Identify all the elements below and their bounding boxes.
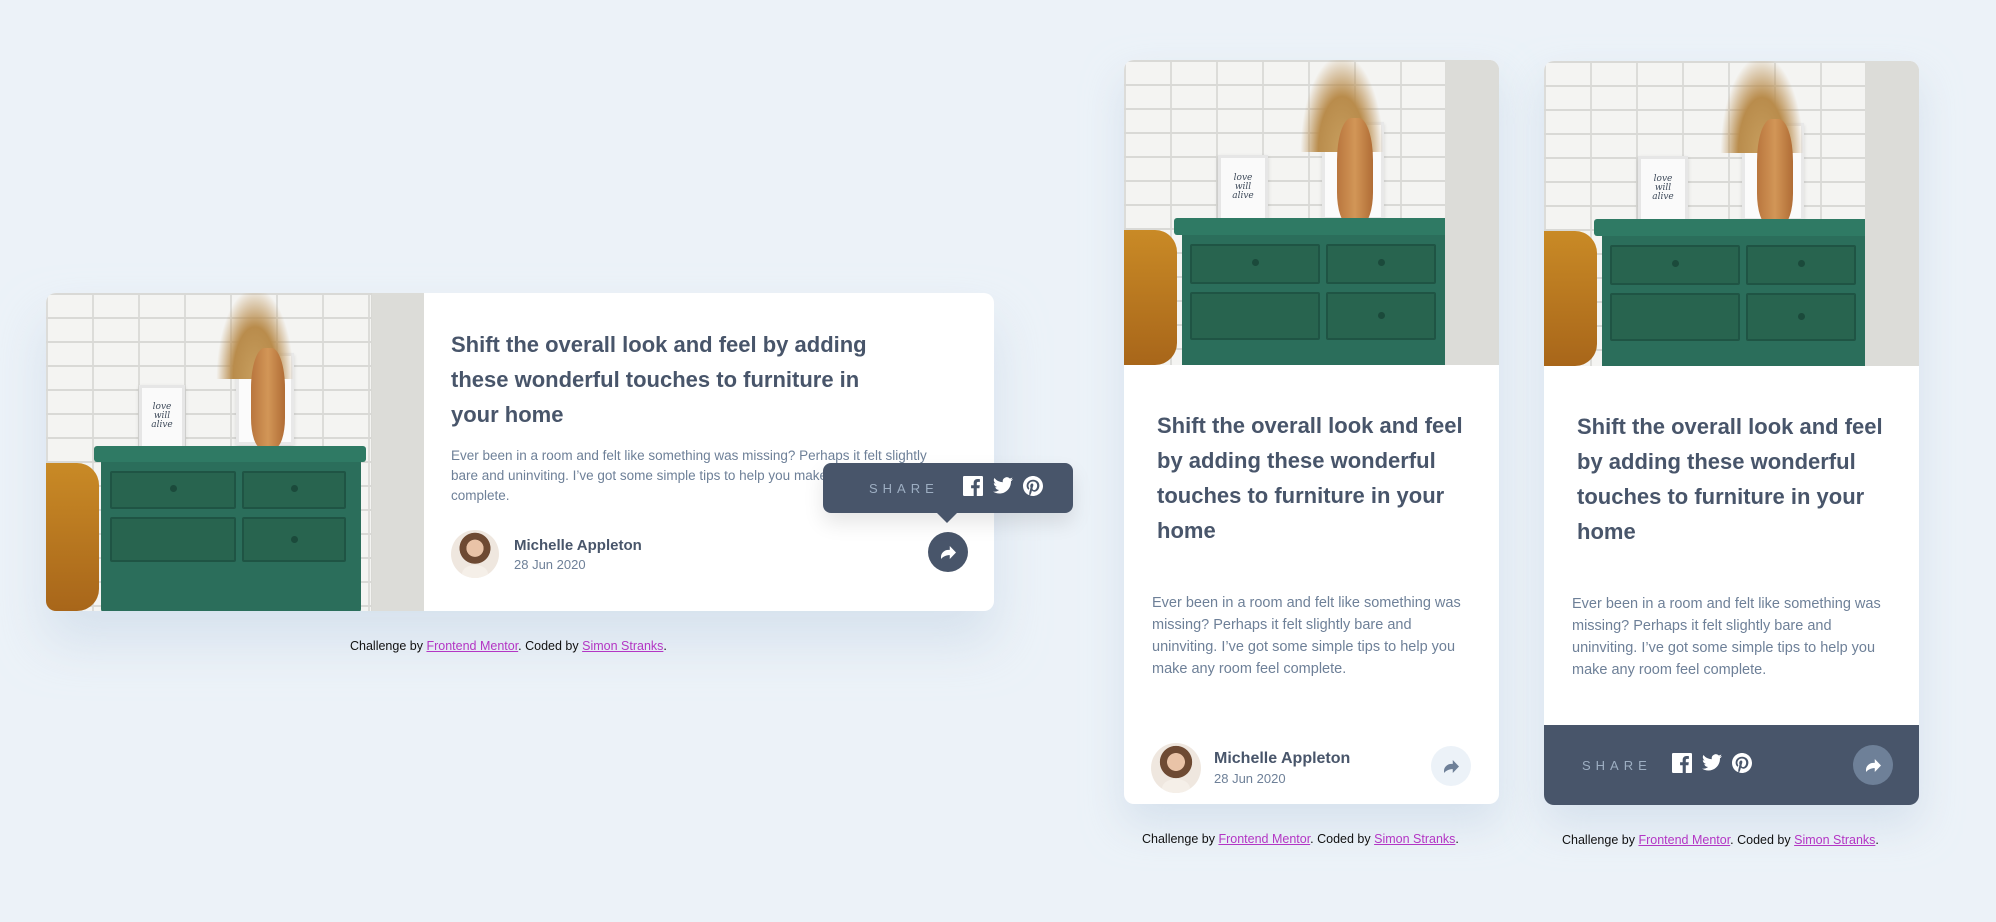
- article-date: 28 Jun 2020: [514, 556, 586, 572]
- article-title: Shift the overall look and feel by addin…: [1157, 413, 1463, 543]
- author-link[interactable]: Simon Stranks: [582, 639, 663, 653]
- attribution: Challenge by Frontend Mentor. Coded by S…: [1142, 832, 1459, 846]
- share-button[interactable]: [928, 532, 968, 572]
- drawers-photo: love will alive: [1124, 60, 1499, 365]
- author-block: Michelle Appleton 28 Jun 2020: [1151, 743, 1350, 793]
- twitter-icon[interactable]: [992, 477, 1013, 499]
- frontend-mentor-link[interactable]: Frontend Mentor: [1638, 833, 1730, 847]
- drawers-photo: love will alive: [1544, 61, 1919, 366]
- attribution: Challenge by Frontend Mentor. Coded by S…: [1562, 833, 1879, 847]
- article-description: Ever been in a room and felt like someth…: [1152, 595, 1461, 677]
- article-description: Ever been in a room and felt like someth…: [1572, 596, 1881, 678]
- drawers-photo: love will alive: [46, 293, 424, 611]
- article-date: 28 Jun 2020: [1214, 771, 1286, 786]
- twitter-icon[interactable]: [1701, 754, 1722, 776]
- share-button[interactable]: [1431, 746, 1471, 786]
- author-name: Michelle Appleton: [514, 536, 642, 554]
- share-arrow-icon: [940, 545, 956, 559]
- article-card-mobile-share-active: love will alive Shift the overall look and…: [1544, 61, 1919, 805]
- author-link[interactable]: Simon Stranks: [1374, 832, 1455, 846]
- article-title: Shift the overall look and feel by addin…: [451, 332, 867, 427]
- article-title: Shift the overall look and feel by addin…: [1577, 414, 1883, 544]
- share-label: SHARE: [1582, 757, 1652, 773]
- facebook-icon[interactable]: [962, 475, 983, 501]
- facebook-icon[interactable]: [1671, 752, 1692, 778]
- avatar: [451, 530, 499, 578]
- frontend-mentor-link[interactable]: Frontend Mentor: [426, 639, 518, 653]
- pinterest-icon[interactable]: [1731, 752, 1752, 778]
- share-tooltip: SHARE: [823, 463, 1073, 523]
- author-block: Michelle Appleton 28 Jun 2020: [451, 530, 642, 578]
- share-bar: SHARE: [1544, 725, 1919, 805]
- article-card-desktop: love will alive Shift the overall look and…: [46, 293, 994, 611]
- pinterest-icon[interactable]: [1022, 475, 1043, 501]
- share-button[interactable]: [1853, 745, 1893, 785]
- share-label: SHARE: [869, 480, 939, 496]
- share-arrow-icon: [1865, 758, 1881, 772]
- avatar: [1151, 743, 1201, 793]
- author-name: Michelle Appleton: [1214, 750, 1351, 767]
- attribution: Challenge by Frontend Mentor. Coded by S…: [350, 639, 667, 653]
- frontend-mentor-link[interactable]: Frontend Mentor: [1218, 832, 1310, 846]
- article-card-mobile: love will alive Shift the overall look and…: [1124, 60, 1499, 804]
- author-link[interactable]: Simon Stranks: [1794, 833, 1875, 847]
- share-arrow-icon: [1443, 759, 1459, 773]
